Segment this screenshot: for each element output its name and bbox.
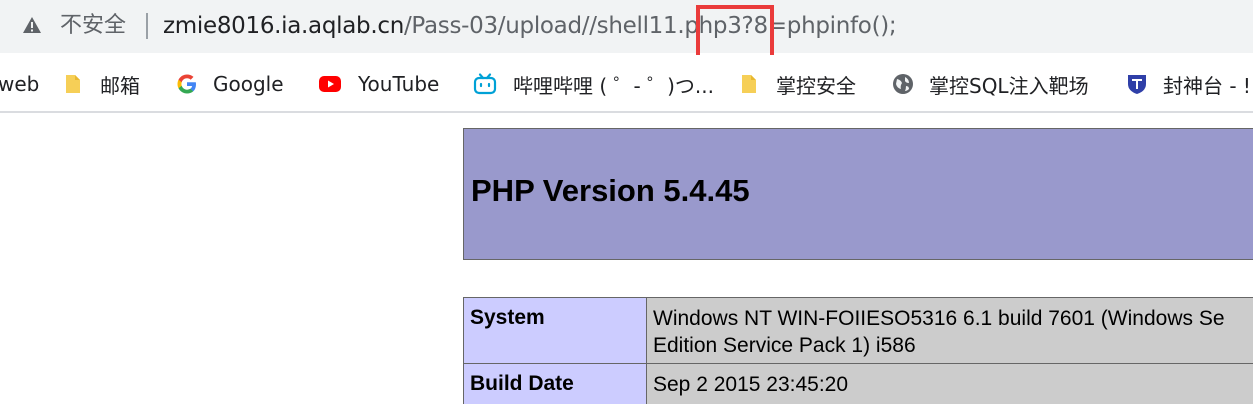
bookmark-label: web	[0, 72, 40, 96]
url-host: zmie8016.ia.aqlab.cn	[163, 13, 404, 39]
bookmark-google[interactable]: Google	[175, 69, 284, 99]
address-bar[interactable]: 不安全 zmie8016.ia.aqlab.cn/Pass-03/upload/…	[0, 0, 1253, 69]
phpinfo-table: System Windows NT WIN-FOIIESO5316 6.1 bu…	[463, 297, 1253, 404]
bookmark-label: 邮箱	[100, 73, 140, 98]
address-separator	[146, 13, 148, 39]
bookmark-label: 哔哩哔哩 ( ゜- ゜)つ...	[513, 73, 714, 98]
bookmark-label: Google	[213, 72, 284, 96]
bookmark-zhangkong[interactable]: 掌控安全	[738, 69, 856, 99]
url-path: /Pass-03/upload//shell11.php3?8=phpinfo(…	[403, 13, 897, 39]
url-text[interactable]: zmie8016.ia.aqlab.cn/Pass-03/upload//she…	[163, 11, 897, 41]
page-content: PHP Version 5.4.45 System Windows NT WIN…	[0, 115, 1253, 404]
folder-icon	[66, 75, 80, 93]
bilibili-icon	[473, 73, 497, 95]
bookmark-label: YouTube	[358, 72, 440, 96]
globe-icon	[893, 74, 913, 94]
warning-icon[interactable]	[22, 15, 42, 35]
row-key: Build Date	[463, 363, 647, 404]
row-value: Windows NT WIN-FOIIESO5316 6.1 build 760…	[646, 297, 1253, 364]
bookmark-bilibili[interactable]: 哔哩哔哩 ( ゜- ゜)つ...	[471, 69, 714, 99]
folder-icon	[742, 75, 756, 93]
row-key: System	[463, 297, 647, 364]
bookmark-fengshentai[interactable]: 封神台 - !	[1125, 69, 1251, 99]
phpinfo-header: PHP Version 5.4.45	[463, 128, 1253, 260]
google-icon	[177, 74, 196, 94]
bookmark-youtube[interactable]: YouTube	[316, 69, 439, 99]
table-row: System Windows NT WIN-FOIIESO5316 6.1 bu…	[463, 297, 1253, 364]
bookmark-label: 掌控SQL注入靶场	[929, 73, 1089, 98]
bookmarks-bar: web 邮箱 Google YouTube 哔哩哔哩 ( ゜- ゜)つ... 掌…	[0, 55, 1253, 113]
bookmark-label: 掌控安全	[776, 73, 856, 98]
shield-icon	[1128, 75, 1146, 94]
row-value: Sep 2 2015 23:45:20	[646, 363, 1253, 404]
youtube-icon	[319, 76, 341, 92]
bookmark-mailbox[interactable]: 邮箱	[62, 69, 140, 99]
page-title: PHP Version 5.4.45	[471, 173, 750, 208]
bookmark-sql-range[interactable]: 掌控SQL注入靶场	[891, 69, 1089, 99]
not-secure-label[interactable]: 不安全	[60, 12, 126, 40]
table-row: Build Date Sep 2 2015 23:45:20	[463, 363, 1253, 404]
bookmark-web[interactable]: web	[0, 69, 39, 99]
bookmark-label: 封神台 - !	[1163, 73, 1251, 98]
